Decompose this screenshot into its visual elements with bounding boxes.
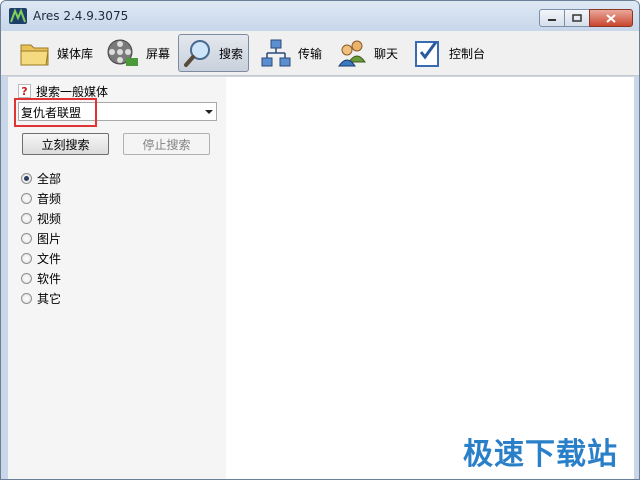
search-options-pane: ? 搜索一般媒体 复仇者联盟 立刻搜索 停止搜索 全部 音频 视频 图片 文件 …: [8, 77, 226, 479]
help-icon[interactable]: ?: [18, 84, 31, 98]
radio-other[interactable]: 其它: [21, 288, 61, 308]
radio-document[interactable]: 文件: [21, 248, 61, 268]
media-type-radio-group: 全部 音频 视频 图片 文件 软件 其它: [21, 168, 61, 308]
radio-label: 文件: [37, 251, 62, 266]
magnifier-icon: [184, 40, 210, 67]
radio-label: 全部: [37, 171, 62, 186]
radio-label: 音频: [37, 191, 62, 206]
main-toolbar: 媒体库 屏幕 搜索 传输 聊天 控制台: [1, 31, 639, 76]
tab-label: 搜索: [219, 46, 244, 61]
close-icon: [606, 13, 616, 23]
film-reel-icon: [107, 39, 138, 66]
checklist-icon: [415, 41, 439, 67]
search-panel: ? 搜索一般媒体 复仇者联盟 立刻搜索 停止搜索 全部 音频 视频 图片 文件 …: [8, 77, 634, 479]
radio-button[interactable]: [21, 292, 32, 304]
radio-label: 其它: [37, 291, 62, 306]
close-button[interactable]: [589, 9, 633, 27]
tab-label: 传输: [298, 46, 323, 61]
tab-search[interactable]: 搜索: [178, 34, 249, 72]
radio-button[interactable]: [21, 252, 32, 264]
radio-label: 视频: [37, 211, 62, 226]
site-watermark: 极速下载站: [463, 437, 618, 472]
search-type-label: ? 搜索一般媒体: [18, 83, 108, 99]
tab-console[interactable]: 控制台: [409, 34, 489, 72]
minimize-button[interactable]: [539, 9, 565, 27]
minimize-icon: [548, 19, 556, 21]
radio-button[interactable]: [21, 212, 32, 224]
network-icon: [261, 39, 291, 67]
tab-label: 聊天: [374, 46, 399, 61]
tab-screen[interactable]: 屏幕: [102, 34, 174, 72]
stop-search-button[interactable]: 停止搜索: [123, 133, 210, 155]
radio-all[interactable]: 全部: [21, 168, 61, 188]
search-query-value: 复仇者联盟: [21, 106, 82, 120]
radio-button[interactable]: [21, 272, 32, 284]
radio-audio[interactable]: 音频: [21, 188, 61, 208]
radio-video[interactable]: 视频: [21, 208, 61, 228]
radio-button[interactable]: [21, 232, 32, 244]
tab-transfer[interactable]: 传输: [256, 34, 326, 72]
window-controls: [539, 9, 633, 29]
tab-library[interactable]: 媒体库: [15, 34, 97, 72]
ares-logo-icon: [9, 8, 27, 24]
tab-label: 控制台: [449, 46, 486, 61]
chevron-down-icon[interactable]: [205, 110, 213, 114]
maximize-icon: [572, 14, 582, 22]
search-label-text: 搜索一般媒体: [36, 84, 109, 99]
users-icon: [338, 40, 366, 67]
radio-label: 图片: [37, 231, 62, 246]
tab-label: 屏幕: [146, 46, 171, 61]
search-results-pane[interactable]: [226, 77, 634, 479]
radio-button[interactable]: [21, 192, 32, 204]
radio-label: 软件: [37, 271, 62, 286]
tab-chat[interactable]: 聊天: [332, 34, 402, 72]
maximize-button[interactable]: [564, 9, 590, 27]
app-window: Ares 2.4.9.3075 媒体库 屏幕 搜索 传输 聊天 控制台 ? 搜索…: [0, 0, 640, 480]
search-query-combobox[interactable]: 复仇者联盟: [18, 102, 217, 121]
title-bar[interactable]: Ares 2.4.9.3075: [1, 1, 639, 31]
window-title: Ares 2.4.9.3075: [33, 9, 129, 23]
radio-button-checked[interactable]: [21, 172, 32, 184]
folder-icon: [20, 44, 49, 66]
radio-image[interactable]: 图片: [21, 228, 61, 248]
radio-software[interactable]: 软件: [21, 268, 61, 288]
tab-label: 媒体库: [57, 46, 94, 61]
start-search-button[interactable]: 立刻搜索: [22, 133, 109, 155]
